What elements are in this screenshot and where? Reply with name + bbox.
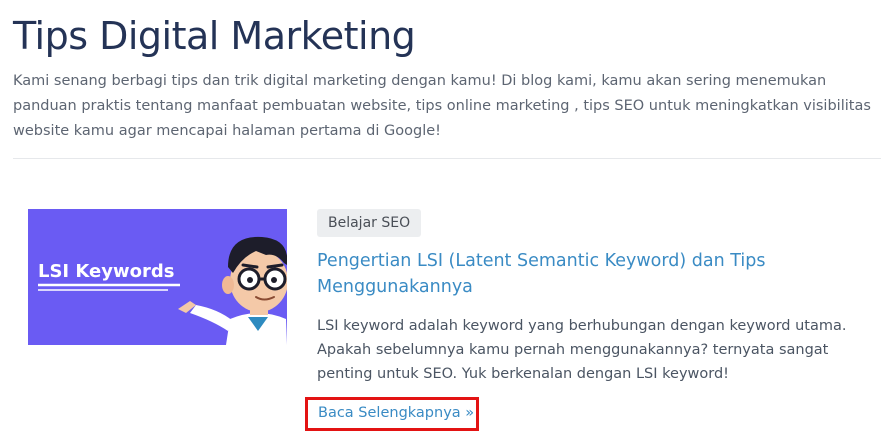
post-thumbnail[interactable]: LSI Keywords <box>28 209 287 345</box>
page-intro: Kami senang berbagi tips dan trik digita… <box>13 73 871 139</box>
post-title-link[interactable]: Pengertian LSI (Latent Semantic Keyword)… <box>317 248 837 300</box>
lsi-keywords-illustration: LSI Keywords <box>28 209 287 345</box>
post-excerpt: LSI keyword adalah keyword yang berhubun… <box>317 318 847 382</box>
category-badge[interactable]: Belajar SEO <box>317 209 422 237</box>
thumbnail-text: LSI Keywords <box>38 261 174 282</box>
read-more-link[interactable]: Baca Selengkapnya » <box>318 402 474 424</box>
page-title: Tips Digital Marketing <box>13 14 416 58</box>
blog-page: Tips Digital Marketing Kami senang berba… <box>0 0 881 443</box>
divider <box>13 158 881 159</box>
